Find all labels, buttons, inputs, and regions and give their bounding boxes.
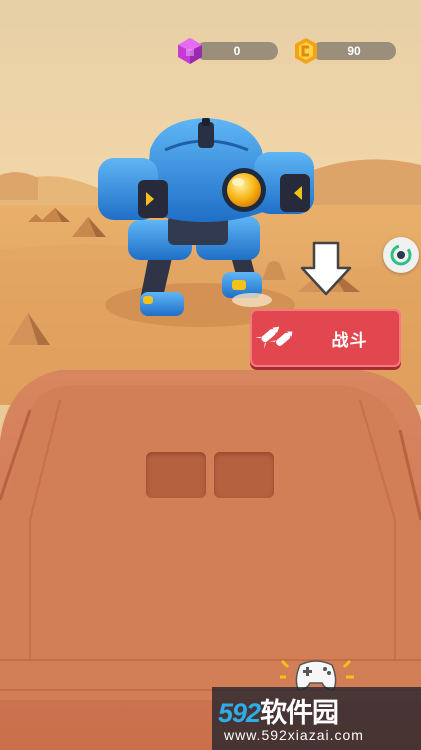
watermark-text: 软件园 <box>260 698 339 728</box>
watermark-brand: 592软件园 <box>218 691 339 730</box>
coin-counter: 90 <box>312 42 396 60</box>
rocket-icon <box>256 326 293 350</box>
side-shield-button[interactable] <box>383 237 419 273</box>
gem-icon <box>178 38 202 64</box>
watermark: 592软件园 www.592xiazai.com <box>212 687 421 750</box>
coin-icon <box>295 38 317 64</box>
board-slot[interactable] <box>146 452 206 498</box>
coin-value: 90 <box>347 44 361 58</box>
board-slot[interactable] <box>214 452 274 498</box>
game-scene <box>0 0 421 750</box>
watermark-number: 592 <box>218 698 261 728</box>
rocket-icon-box <box>254 309 298 367</box>
side-shield-icon <box>390 244 412 266</box>
gem-counter: 0 <box>196 42 278 60</box>
watermark-url: www.592xiazai.com <box>224 727 364 743</box>
gem-value: 0 <box>233 44 241 58</box>
battle-label: 战斗 <box>331 330 368 350</box>
battle-button[interactable]: 战斗 <box>250 309 401 367</box>
